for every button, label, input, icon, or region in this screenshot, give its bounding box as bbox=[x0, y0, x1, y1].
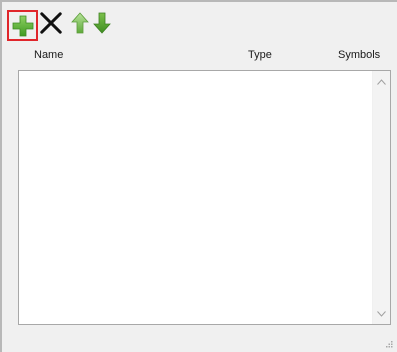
add-button[interactable] bbox=[7, 10, 38, 41]
arrow-down-icon bbox=[93, 12, 111, 34]
plus-icon bbox=[12, 15, 33, 36]
move-down-button[interactable] bbox=[90, 11, 114, 35]
symbol-list[interactable] bbox=[18, 70, 391, 325]
vertical-scrollbar[interactable] bbox=[372, 71, 390, 324]
x-icon bbox=[40, 12, 62, 34]
move-up-button[interactable] bbox=[68, 11, 92, 35]
column-header-symbols[interactable]: Symbols bbox=[338, 49, 380, 61]
column-header-type[interactable]: Type bbox=[248, 49, 272, 61]
delete-button[interactable] bbox=[39, 11, 63, 35]
scroll-down-button[interactable] bbox=[375, 307, 388, 320]
chevron-down-icon bbox=[377, 310, 386, 317]
toolbar bbox=[4, 4, 397, 42]
chevron-up-icon bbox=[377, 78, 386, 85]
arrow-up-icon bbox=[71, 12, 89, 34]
table-header: Name Type Symbols bbox=[4, 42, 397, 70]
column-header-name[interactable]: Name bbox=[34, 49, 63, 61]
panel-frame: Name Type Symbols bbox=[0, 0, 397, 352]
scroll-up-button[interactable] bbox=[375, 75, 388, 88]
resize-grip-icon[interactable] bbox=[386, 341, 393, 348]
